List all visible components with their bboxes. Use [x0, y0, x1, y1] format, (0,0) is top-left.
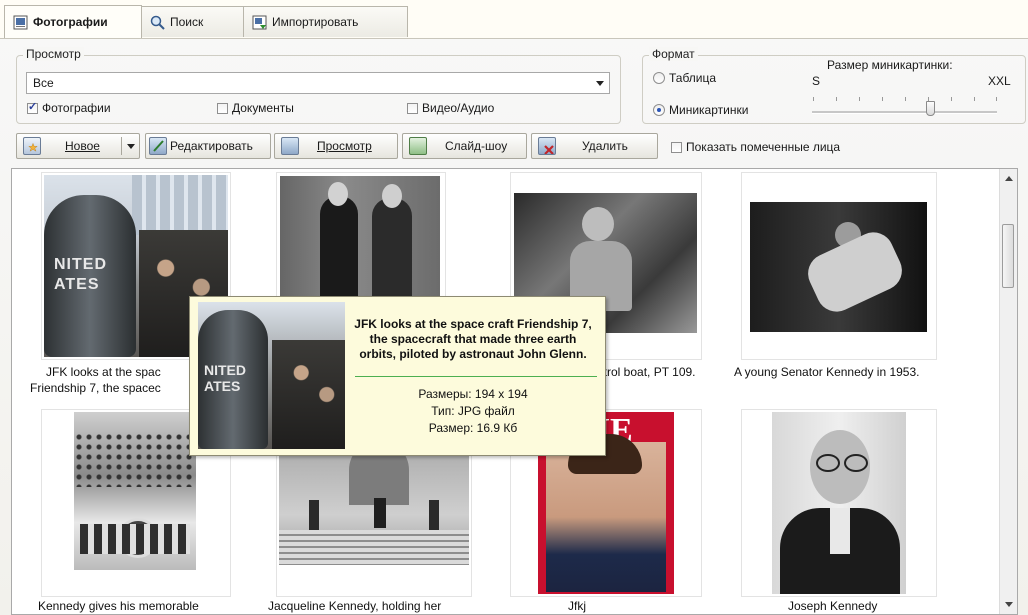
tab-label: Импортировать — [272, 15, 359, 29]
tab-import[interactable]: Импортировать — [243, 6, 408, 37]
slideshow-icon — [409, 137, 427, 155]
scroll-up-icon[interactable] — [1005, 176, 1013, 181]
new-button[interactable]: Новое — [16, 133, 140, 159]
radio-label: Миникартинки — [669, 103, 749, 117]
tooltip-title: JFK looks at the space craft Friendship … — [354, 317, 592, 361]
view-filter-select[interactable]: Все — [26, 72, 610, 94]
tooltip-file-type: Тип: JPG файл — [431, 404, 515, 418]
filter-media-checkbox[interactable]: Видео/Аудио — [407, 101, 494, 115]
checkbox-box — [407, 102, 418, 114]
thumbnail-caption: Jacqueline Kennedy, holding her — [268, 599, 442, 613]
new-item-icon — [23, 137, 41, 155]
thumbnail-caption: atrol boat, PT 109. — [597, 365, 696, 379]
thumbnail-photo[interactable] — [74, 412, 196, 570]
checkbox-label: Видео/Аудио — [422, 101, 495, 115]
view-group-legend: Просмотр — [23, 47, 84, 61]
checkbox-box — [217, 102, 228, 114]
view-button-label: Просмотр — [317, 139, 372, 153]
scrollbar-thumb[interactable] — [1002, 224, 1014, 288]
delete-icon — [538, 137, 556, 155]
checkbox-box — [671, 141, 682, 153]
slider-track — [812, 111, 997, 114]
format-thumbnails-radio[interactable]: Миникартинки — [653, 103, 748, 117]
dropdown-arrow-icon[interactable] — [127, 144, 135, 149]
slideshow-button-label: Слайд-шоу — [445, 139, 508, 153]
edit-button[interactable]: Редактировать — [145, 133, 271, 159]
tab-bar: Фотографии Поиск Импортировать — [0, 0, 1028, 39]
thumbnail-caption: Kennedy gives his memorable — [38, 599, 199, 613]
scroll-down-icon[interactable] — [1005, 602, 1013, 607]
format-group-legend: Формат — [649, 47, 698, 61]
photo-manager-window: Фотографии Поиск Импортировать Просмотр … — [0, 0, 1028, 615]
thumbnail-caption: Jfkj — [568, 599, 586, 613]
thumb-size-label: Размер миникартинки: — [827, 58, 953, 72]
radio-label: Таблица — [669, 71, 717, 85]
filter-documents-checkbox[interactable]: Документы — [217, 101, 294, 115]
edit-button-label: Редактировать — [170, 139, 253, 153]
thumbnail-caption: Friendship 7, the spacec — [30, 381, 161, 395]
slider-min-label: S — [812, 74, 821, 88]
format-table-radio[interactable]: Таблица — [653, 71, 716, 85]
tab-label: Фотографии — [33, 15, 108, 29]
tab-search[interactable]: Поиск — [141, 6, 244, 37]
filter-photos-checkbox[interactable]: Фотографии — [27, 100, 111, 115]
thumbnail-caption: A young Senator Kennedy in 1953. — [734, 365, 920, 379]
photos-icon — [13, 15, 28, 30]
tooltip-preview-image: NITED ATES — [198, 302, 345, 449]
tooltip-file-size: Размер: 16.9 Кб — [428, 421, 518, 435]
view-photo-icon — [281, 137, 299, 155]
thumbnail-photo[interactable] — [279, 440, 469, 565]
slider-max-label: XXL — [988, 74, 1011, 88]
thumbnail-frame[interactable] — [741, 409, 937, 597]
thumbnail-photo[interactable] — [750, 202, 927, 332]
thumbnail-tooltip: NITED ATES JFK looks at the space craft F… — [189, 296, 606, 456]
thumbnail-caption: JFK looks at the spac — [46, 365, 161, 379]
checkbox-label: Фотографии — [42, 101, 111, 115]
thumbnail-photo[interactable] — [280, 176, 440, 301]
thumbnail-caption: Joseph Kennedy — [788, 599, 878, 613]
radio-circle — [653, 104, 665, 116]
checkbox-box — [27, 100, 38, 114]
edit-icon — [149, 137, 167, 155]
radio-circle — [653, 72, 665, 84]
checkbox-label: Показать помеченные лица — [686, 140, 841, 154]
select-value: Все — [33, 76, 54, 90]
tab-label: Поиск — [170, 15, 204, 29]
tab-photos[interactable]: Фотографии — [4, 5, 142, 38]
tooltip-dimensions: Размеры: 194 x 194 — [418, 387, 528, 401]
gallery-scrollbar[interactable] — [999, 169, 1017, 614]
import-icon — [252, 15, 267, 30]
slideshow-button[interactable]: Слайд-шоу — [402, 133, 527, 159]
view-button[interactable]: Просмотр — [274, 133, 398, 159]
thumbnail-photo[interactable] — [772, 412, 906, 594]
delete-button-label: Удалить — [582, 139, 628, 153]
search-icon — [150, 15, 165, 30]
checkbox-label: Документы — [232, 101, 294, 115]
thumbnail-frame[interactable] — [741, 172, 937, 360]
delete-button[interactable]: Удалить — [531, 133, 658, 159]
chevron-down-icon — [596, 81, 604, 86]
tooltip-divider — [355, 376, 597, 377]
slider-thumb[interactable] — [926, 101, 935, 116]
new-button-label: Новое — [65, 139, 100, 153]
show-faces-checkbox[interactable]: Показать помеченные лица — [671, 140, 840, 154]
